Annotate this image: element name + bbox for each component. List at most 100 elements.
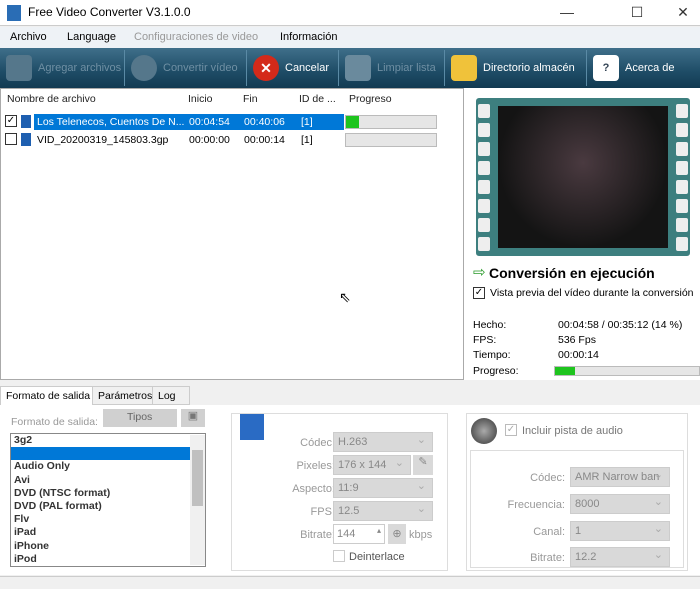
format-item[interactable]: Audio Only (11, 460, 191, 473)
add-file-icon (6, 55, 32, 81)
progress-label: Progreso: (473, 365, 519, 377)
folder-icon (451, 55, 477, 81)
table-row[interactable]: ✓ Los Telenecos, Cuentos De N... 00:04:5… (5, 114, 445, 130)
format-item[interactable]: 3g2 (11, 434, 191, 447)
format-item[interactable]: iPhone (11, 540, 191, 553)
tab-parameters[interactable]: Parámetros (92, 386, 159, 405)
video-file-icon (240, 414, 264, 440)
deinterlace-label: Deinterlace (349, 551, 405, 563)
bitrate-add-icon[interactable]: ⊕ (388, 524, 406, 544)
scrollbar[interactable] (190, 435, 205, 565)
film-hole (478, 161, 490, 175)
format-list[interactable]: 3g2 3gp Audio Only Avi DVD (NTSC format) DVD … (10, 433, 206, 567)
file-list[interactable]: Nombre de archivo Inicio Fin ID de ... P… (0, 88, 464, 380)
film-hole (478, 142, 490, 156)
output-format-panel: Formato de salida: Tipos ▣ 3g2 3gp Audio O… (0, 405, 700, 575)
channel-select[interactable]: 1 (570, 521, 670, 541)
audio-codec-label: Códec: (530, 472, 565, 484)
speaker-icon (471, 418, 497, 444)
film-hole (676, 142, 688, 156)
video-fps-select[interactable]: 12.5 (333, 501, 433, 521)
cancel-icon: ✕ (253, 55, 279, 81)
fps-value: 536 Fps (558, 334, 596, 346)
tab-bar: Formato de salida Parámetros Log (0, 386, 700, 406)
menu-informacion[interactable]: Información (280, 31, 337, 43)
format-item[interactable]: iPod (11, 553, 191, 566)
row-id: [1] (301, 116, 313, 128)
video-bitrate-input[interactable]: 144 ▴ (333, 524, 385, 544)
video-codec-label: Códec: (300, 437, 335, 449)
close-button[interactable]: ✕ (660, 2, 700, 24)
audio-bitrate-select[interactable]: 12.2 (570, 547, 670, 567)
aspect-label: Aspecto: (292, 483, 335, 495)
video-codec-select[interactable]: H.263 (333, 432, 433, 452)
row-id: [1] (301, 134, 313, 146)
row-progress-bar (345, 115, 437, 129)
conversion-status: Conversión en ejecución (489, 265, 655, 281)
status-bar (0, 576, 700, 589)
tab-output-format[interactable]: Formato de salida (0, 386, 97, 406)
format-item[interactable]: iPad (11, 526, 191, 539)
about-button[interactable]: ? Acerca de (587, 50, 700, 86)
format-item[interactable]: Flv (11, 513, 191, 526)
menu-bar: Archivo Language Configuraciones de vide… (0, 27, 700, 48)
arrow-right-icon: ⇨ (473, 264, 486, 281)
add-files-button[interactable]: Agregar archivos (0, 50, 125, 86)
film-hole (676, 180, 688, 194)
file-icon (21, 115, 31, 128)
deinterlace-checkbox[interactable] (333, 550, 345, 562)
maximize-button[interactable]: ☐ (614, 2, 660, 24)
preview-checkbox[interactable]: ✓ (473, 287, 485, 299)
video-frame (498, 106, 668, 248)
tab-log[interactable]: Log (152, 386, 190, 405)
format-item[interactable]: DVD (PAL format) (11, 500, 191, 513)
pixels-select[interactable]: 176 x 144 (333, 455, 411, 475)
col-id[interactable]: ID de ... (299, 93, 336, 105)
row-checkbox[interactable]: ✓ (5, 115, 17, 127)
row-filename: VID_20200319_145803.3gp (37, 134, 169, 146)
table-row[interactable]: VID_20200319_145803.3gp 00:00:00 00:00:1… (5, 132, 445, 148)
edit-icon[interactable]: ✎ (413, 455, 433, 475)
save-icon[interactable]: ▣ (181, 409, 205, 427)
col-progress[interactable]: Progreso (349, 93, 392, 105)
row-end: 00:00:14 (244, 134, 285, 146)
done-value: 00:04:58 / 00:35:12 (14 %) (558, 319, 683, 331)
fps-label: FPS: (473, 334, 497, 346)
col-end[interactable]: Fin (243, 93, 258, 105)
done-label: Hecho: (473, 319, 507, 331)
col-filename[interactable]: Nombre de archivo (7, 93, 96, 105)
format-item[interactable]: DVD (NTSC format) (11, 487, 191, 500)
frequency-label: Frecuencia: (507, 499, 565, 511)
cancel-button[interactable]: ✕ Cancelar (247, 50, 339, 86)
menu-language[interactable]: Language (67, 31, 116, 43)
time-label: Tiempo: (473, 349, 511, 361)
convert-icon (131, 55, 157, 81)
convert-button[interactable]: Convertir vídeo (125, 50, 247, 86)
minimize-button[interactable]: — (544, 2, 590, 24)
film-hole (478, 104, 490, 118)
include-audio-label: Incluir pista de audio (522, 425, 623, 437)
frequency-select[interactable]: 8000 (570, 494, 670, 514)
output-format-label: Formato de salida: (11, 416, 98, 428)
audio-settings-group: ✓ Incluir pista de audio Códec: AMR Narr… (466, 413, 688, 571)
film-hole (478, 218, 490, 232)
format-item[interactable]: Avi (11, 474, 191, 487)
aspect-select[interactable]: 11:9 (333, 478, 433, 498)
menu-archivo[interactable]: Archivo (10, 31, 47, 43)
menu-video-settings[interactable]: Configuraciones de video (134, 31, 258, 43)
film-hole (676, 104, 688, 118)
audio-codec-select[interactable]: AMR Narrow ban (570, 467, 670, 487)
output-folder-button[interactable]: Directorio almacén (445, 50, 587, 86)
film-hole (676, 237, 688, 251)
audio-bitrate-label: Bitrate: (530, 552, 565, 564)
col-start[interactable]: Inicio (188, 93, 213, 105)
row-checkbox[interactable] (5, 133, 17, 145)
format-item[interactable]: 3gp (11, 447, 191, 461)
types-button[interactable]: Tipos (103, 409, 177, 427)
mouse-cursor-icon: ⇖ (339, 289, 351, 305)
video-preview (476, 98, 690, 256)
clear-list-button[interactable]: Limpiar lista (339, 50, 445, 86)
window-title: Free Video Converter V3.1.0.0 (28, 5, 191, 19)
include-audio-checkbox[interactable]: ✓ (505, 424, 517, 436)
app-icon (7, 5, 21, 21)
